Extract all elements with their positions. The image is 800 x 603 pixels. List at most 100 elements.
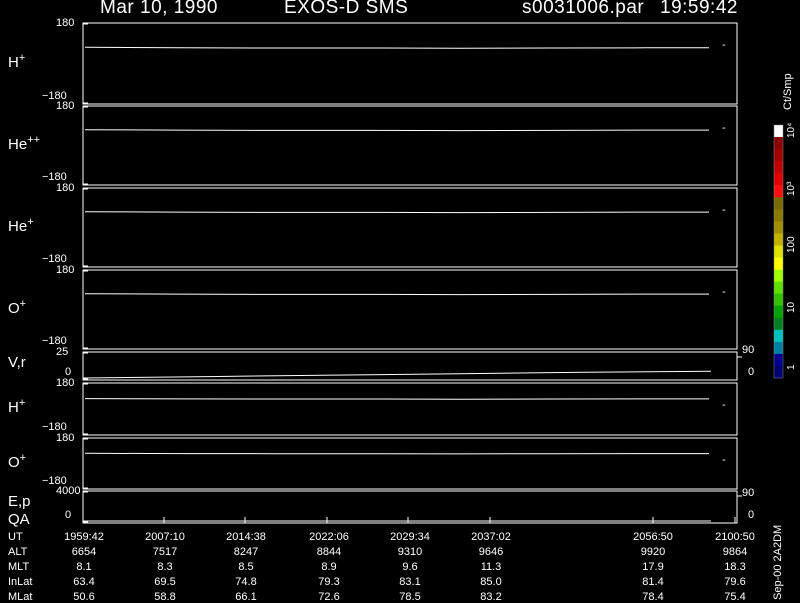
panel-frame bbox=[82, 187, 738, 268]
table-row-label: MLat bbox=[8, 591, 33, 603]
colorbar-cell bbox=[774, 281, 783, 295]
table-cell: 9.6 bbox=[402, 561, 418, 573]
colorbar-cell bbox=[774, 305, 783, 319]
table-cell: 83.1 bbox=[399, 576, 421, 588]
right-mark: - bbox=[722, 122, 726, 134]
time-title: 19:59:42 bbox=[660, 0, 738, 18]
colorbar-cell bbox=[774, 317, 783, 331]
table-cell: 79.3 bbox=[318, 576, 340, 588]
table-cell: 2029:34 bbox=[390, 531, 430, 543]
y-top-tick-label: 180 bbox=[56, 100, 75, 112]
table-cell: 2014:38 bbox=[226, 531, 266, 543]
colorbar-cell bbox=[774, 341, 783, 355]
panel-label: He+ bbox=[8, 215, 34, 235]
table-cell: 7517 bbox=[152, 546, 178, 558]
y-top-tick-label: 180 bbox=[56, 17, 75, 29]
panel-label: He++ bbox=[8, 133, 41, 153]
panel-frame bbox=[82, 351, 738, 381]
panel-frame bbox=[82, 490, 738, 524]
table-cell: 18.3 bbox=[724, 561, 746, 573]
table-cell: 17.9 bbox=[642, 561, 664, 573]
table-cell: 72.6 bbox=[318, 591, 340, 603]
table-cell: 6654 bbox=[71, 546, 97, 558]
colorbar-cell bbox=[774, 329, 783, 343]
right-mark: - bbox=[722, 399, 726, 411]
colorbar-cell bbox=[774, 269, 783, 283]
table-cell: 9920 bbox=[640, 546, 666, 558]
table-cell: 85.0 bbox=[480, 576, 502, 588]
table-cell: 2022:06 bbox=[309, 531, 349, 543]
panel-frame bbox=[82, 105, 738, 186]
mission-title: EXOS-D SMS bbox=[284, 0, 409, 18]
colorbar-cell bbox=[774, 366, 783, 379]
panel-frame bbox=[82, 437, 738, 490]
series-line bbox=[84, 293, 709, 296]
colorbar-cell bbox=[774, 173, 783, 186]
table-cell: 83.2 bbox=[480, 591, 502, 603]
series-line bbox=[84, 211, 709, 214]
date-title: Mar 10, 1990 bbox=[100, 0, 218, 18]
series-line bbox=[84, 129, 709, 132]
colorbar-tick-label: 1 bbox=[786, 364, 797, 370]
table-cell: 69.5 bbox=[154, 576, 176, 588]
table-cell: 78.5 bbox=[399, 591, 421, 603]
colorbar-unit-label: Ct/Smp bbox=[782, 73, 794, 110]
table-cell: 9864 bbox=[722, 546, 748, 558]
panel-label: E,p bbox=[8, 493, 31, 510]
table-cell: 74.8 bbox=[235, 576, 257, 588]
table-cell: 81.4 bbox=[642, 576, 664, 588]
series-line bbox=[84, 398, 709, 400]
panel-frame bbox=[82, 382, 738, 436]
table-cell: 2056:50 bbox=[633, 531, 673, 543]
colorbar-cell bbox=[774, 125, 783, 138]
table-cell: 75.4 bbox=[724, 591, 746, 603]
colorbar-tick-label: 100 bbox=[786, 236, 797, 253]
colorbar-cell bbox=[774, 209, 783, 222]
table-cell: 2100:50 bbox=[715, 531, 755, 543]
file-title: s0031006.par bbox=[522, 0, 645, 18]
table-cell: 8.1 bbox=[76, 561, 92, 573]
y-top-tick-label: 180 bbox=[56, 377, 75, 389]
right-mark: - bbox=[722, 286, 726, 298]
table-cell: 8.9 bbox=[321, 561, 337, 573]
colorbar-cell bbox=[774, 149, 783, 162]
table-cell: 50.6 bbox=[73, 591, 95, 603]
series-line bbox=[84, 46, 709, 49]
series-line bbox=[82, 370, 712, 379]
y-top-tick-label: 25 bbox=[56, 346, 69, 358]
table-cell: 8844 bbox=[316, 546, 342, 558]
table-cell: 66.1 bbox=[235, 591, 257, 603]
colorbar-tick-label: 10³ bbox=[786, 181, 797, 196]
table-row-label: UT bbox=[8, 531, 23, 543]
right-bottom-tick-label: 0 bbox=[748, 366, 755, 378]
y-bottom-tick-label: 0 bbox=[65, 509, 72, 521]
table-cell: 9646 bbox=[478, 546, 504, 558]
table-cell: 8247 bbox=[233, 546, 259, 558]
table-row-label: ALT bbox=[8, 546, 28, 558]
panel-label: H+ bbox=[8, 397, 26, 416]
y-top-tick-label: 180 bbox=[56, 432, 75, 444]
table-row-label: InLat bbox=[8, 576, 33, 588]
colorbar-cell bbox=[774, 257, 783, 270]
right-mark: - bbox=[722, 39, 726, 51]
panel-label: V,r bbox=[8, 354, 26, 371]
colorbar-cell bbox=[774, 233, 783, 246]
table-cell: 2037:02 bbox=[471, 531, 511, 543]
panel-frame bbox=[82, 22, 738, 105]
table-cell: 9310 bbox=[397, 546, 423, 558]
panel-frame bbox=[82, 269, 738, 350]
table-cell: 8.5 bbox=[238, 561, 254, 573]
right-bottom-tick-label: 0 bbox=[748, 509, 755, 521]
table-cell: 79.6 bbox=[724, 576, 746, 588]
right-mark: - bbox=[722, 454, 726, 466]
table-cell: 63.4 bbox=[73, 576, 95, 588]
colorbar-cell bbox=[774, 197, 783, 210]
footer-label: Sep-00 2A2DM bbox=[772, 524, 784, 600]
table-cell: 11.3 bbox=[480, 561, 502, 573]
panel-label: O+ bbox=[8, 297, 27, 317]
y-top-tick-label: 180 bbox=[56, 264, 75, 276]
colorbar-tick-label: 10⁴ bbox=[786, 122, 797, 138]
panel-label: O+ bbox=[8, 451, 27, 471]
colorbar-cell bbox=[774, 353, 783, 367]
table-cell: 78.4 bbox=[642, 591, 664, 603]
